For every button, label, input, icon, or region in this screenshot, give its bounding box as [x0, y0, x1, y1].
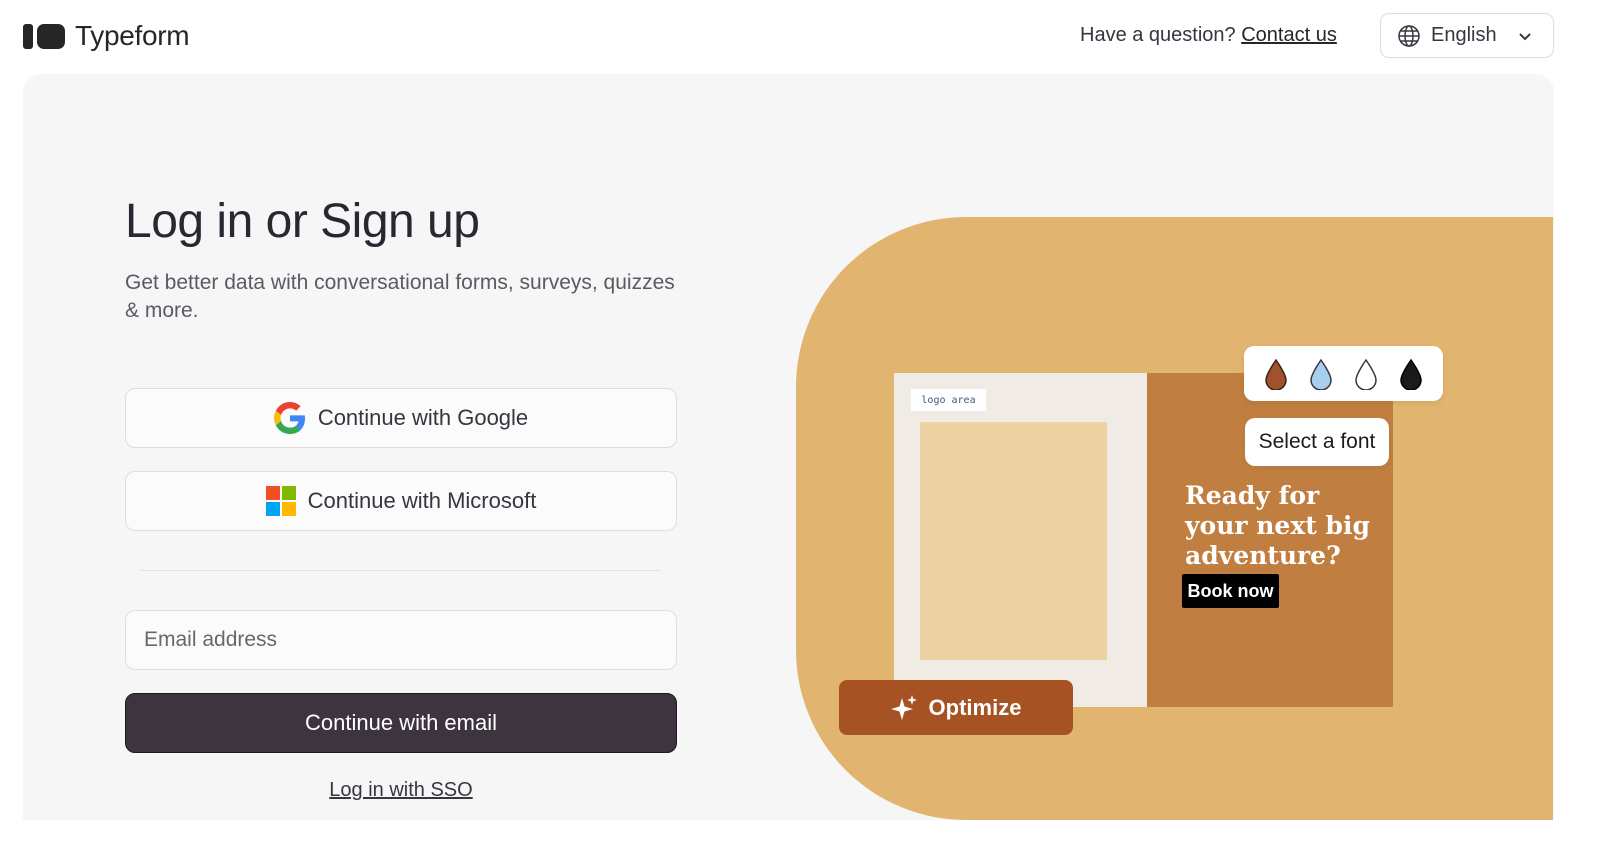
optimize-label: Optimize — [928, 694, 1022, 720]
header: Typeform Have a question? Contact us Eng… — [0, 0, 1600, 74]
drop-icon[interactable] — [1264, 358, 1288, 390]
help-text: Have a question? Contact us — [1080, 24, 1337, 47]
continue-with-microsoft-button[interactable]: Continue with Microsoft — [125, 471, 677, 531]
drop-icon[interactable] — [1309, 358, 1333, 390]
typeform-logo-icon — [23, 23, 65, 49]
language-label: English — [1431, 24, 1497, 46]
optimize-button: Optimize — [839, 680, 1073, 735]
chevron-down-icon — [1519, 33, 1531, 41]
question-text: Have a question? — [1080, 24, 1236, 46]
divider — [140, 570, 661, 571]
continue-with-email-button[interactable]: Continue with email — [125, 693, 677, 753]
email-field[interactable] — [125, 610, 677, 670]
drop-icon[interactable] — [1399, 358, 1423, 390]
image-placeholder — [920, 422, 1107, 660]
continue-with-google-button[interactable]: Continue with Google — [125, 388, 677, 448]
select-font-chip: Select a font — [1245, 418, 1389, 466]
google-icon — [273, 402, 305, 434]
sso-login-link[interactable]: Log in with SSO — [125, 779, 677, 802]
page-subtitle: Get better data with conversational form… — [125, 271, 675, 322]
sparkle-icon — [890, 694, 917, 720]
preview-headline: Ready for your next big adventure? — [1185, 481, 1370, 570]
color-picker — [1244, 346, 1443, 401]
page-title: Log in or Sign up — [125, 195, 480, 248]
email-button-label: Continue with email — [305, 710, 497, 735]
globe-icon — [1398, 24, 1420, 47]
contact-us-link[interactable]: Contact us — [1241, 24, 1337, 46]
logo-area-placeholder: logo area — [911, 389, 986, 411]
book-now-button: Book now — [1182, 574, 1279, 608]
microsoft-icon — [265, 486, 296, 516]
language-selector[interactable]: English — [1380, 13, 1554, 58]
drop-icon[interactable] — [1354, 358, 1378, 390]
microsoft-button-label: Continue with Microsoft — [307, 488, 537, 513]
brand-name: Typeform — [75, 20, 190, 51]
typeform-logo[interactable]: Typeform — [23, 20, 190, 52]
google-button-label: Continue with Google — [317, 405, 529, 430]
